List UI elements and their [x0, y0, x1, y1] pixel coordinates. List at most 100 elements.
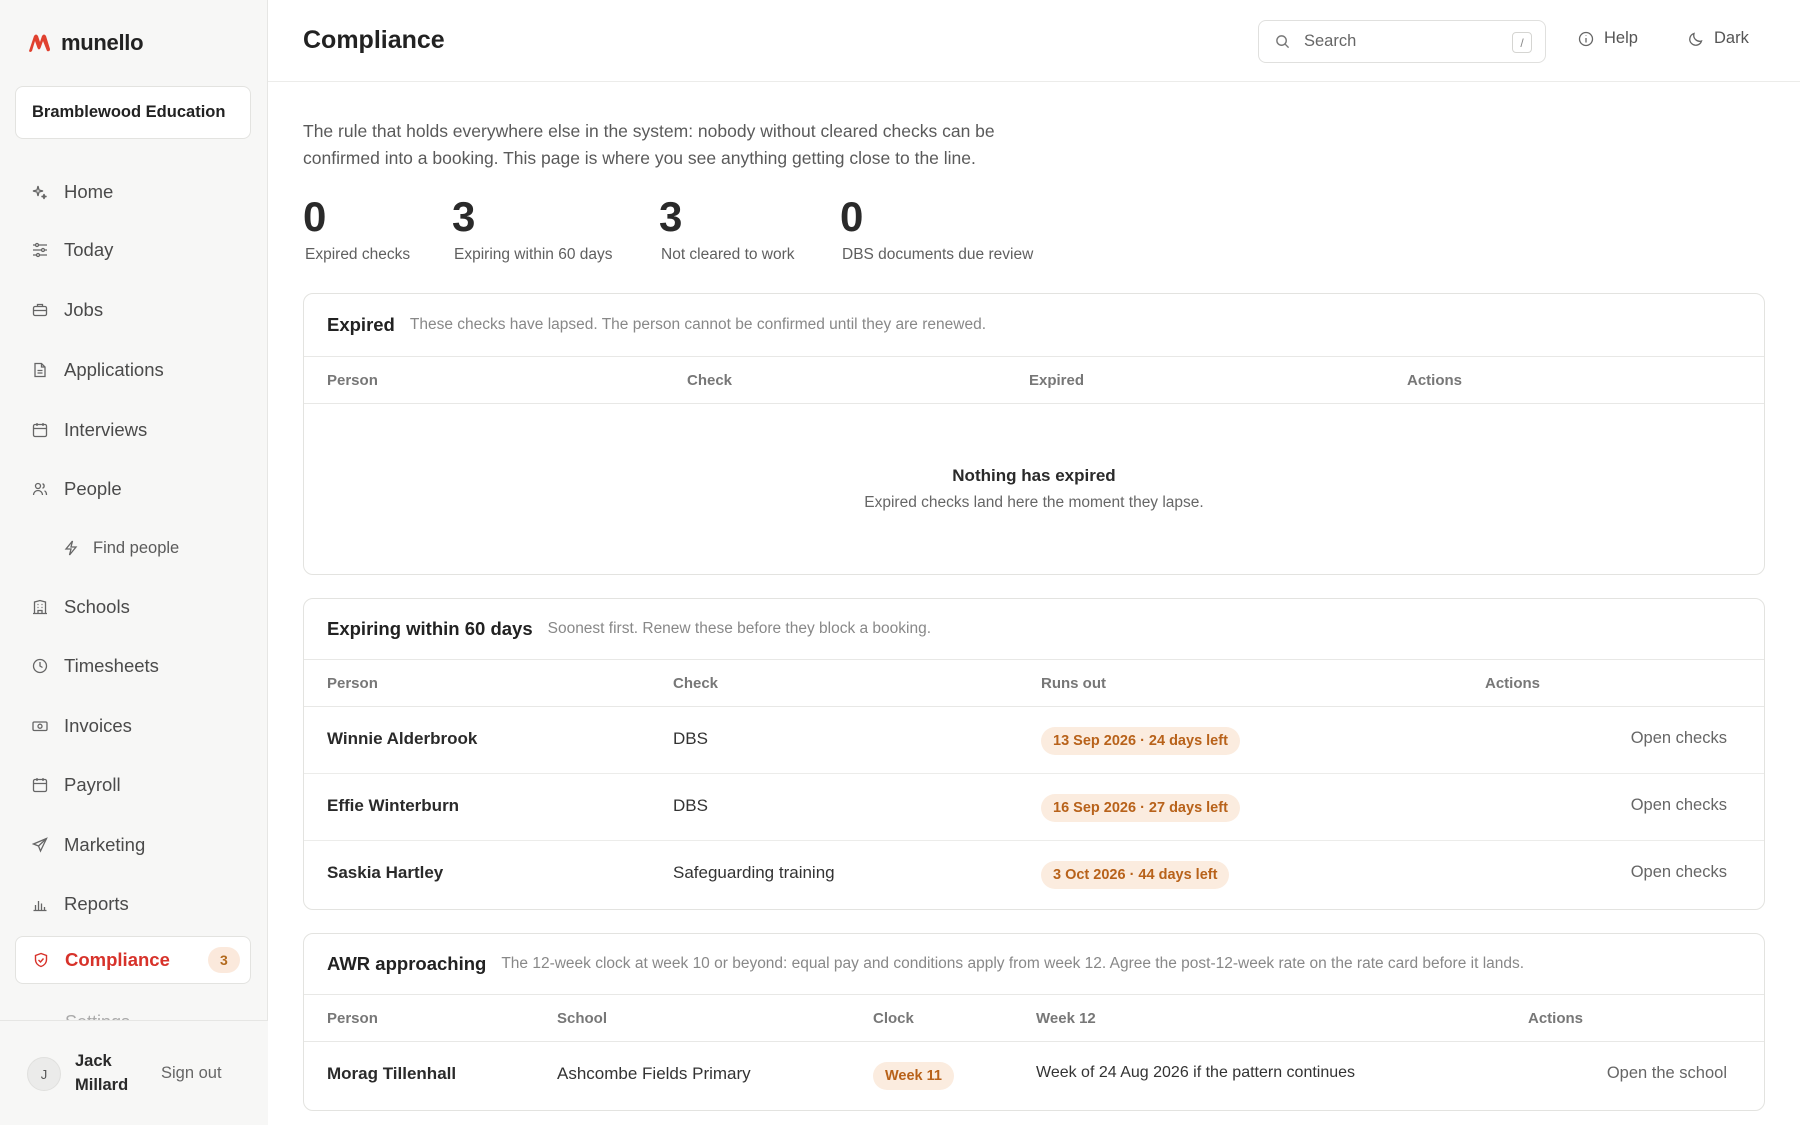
building-icon: [33, 599, 47, 615]
person-name[interactable]: Effie Winterburn: [327, 796, 459, 816]
nav-item-today[interactable]: Today: [15, 226, 251, 274]
nav-label: Applications: [64, 359, 164, 380]
card-header: Expired These checks have lapsed. The pe…: [304, 294, 1764, 357]
help-label: Help: [1604, 29, 1638, 47]
stat-value: 3: [659, 193, 683, 240]
sliders-icon: [33, 242, 47, 258]
page-title: Compliance: [303, 26, 445, 54]
brand-logo[interactable]: munello: [27, 30, 144, 56]
search-input[interactable]: Search /: [1258, 20, 1546, 63]
runs-out-badge: 13 Sep 2026 · 24 days left: [1041, 727, 1240, 755]
org-switcher[interactable]: Bramblewood Education: [15, 86, 251, 139]
nav-item-timesheets[interactable]: Timesheets: [15, 642, 251, 690]
nav-label: Interviews: [64, 419, 148, 440]
nav-item-invoices[interactable]: Invoices: [15, 702, 251, 750]
nav-label: Reports: [64, 893, 129, 914]
column-header: Check: [687, 372, 733, 389]
column-header: Person: [327, 675, 378, 692]
check-name: Safeguarding training: [673, 863, 835, 882]
column-header: Actions: [1528, 1010, 1584, 1027]
calendar-icon: [32, 778, 48, 793]
search-shortcut-key: /: [1512, 32, 1532, 53]
nav-label: Marketing: [64, 834, 146, 855]
column-header: Person: [327, 1010, 378, 1027]
nav-item-compliance[interactable]: Compliance 3: [15, 936, 251, 984]
card-description: These checks have lapsed. The person can…: [409, 316, 987, 333]
empty-state-title: Nothing has expired: [952, 466, 1116, 485]
nav-label: Find people: [93, 538, 180, 557]
clock-badge: Week 11: [873, 1062, 954, 1090]
check-name: DBS: [673, 796, 708, 815]
document-icon: [34, 362, 46, 378]
sparkle-icon: [32, 185, 47, 200]
nav-item-settings-partial[interactable]: Settings: [15, 1012, 251, 1020]
nav-label: Home: [64, 181, 114, 202]
open-school-button[interactable]: Open the school: [1607, 1064, 1727, 1083]
nav-label: Jobs: [64, 299, 104, 320]
expiring-card: Expiring within 60 days Soonest first. R…: [303, 598, 1765, 910]
stat-not-cleared: 3 Not cleared to work: [659, 193, 795, 264]
brand-name: munello: [61, 30, 144, 55]
briefcase-icon: [32, 303, 48, 317]
person-name[interactable]: Morag Tillenhall: [327, 1064, 456, 1084]
empty-state: Nothing has expired Expired checks land …: [304, 404, 1764, 574]
stat-label: Not cleared to work: [661, 246, 795, 263]
nav-label: Invoices: [64, 715, 132, 736]
sign-out-link[interactable]: Sign out: [161, 1064, 222, 1083]
nav-item-jobs[interactable]: Jobs: [15, 286, 251, 334]
card-description: The 12-week clock at week 10 or beyond: …: [501, 955, 1525, 972]
card-description: Soonest first. Renew these before they b…: [547, 620, 932, 637]
send-icon: [32, 837, 48, 853]
dark-mode-label: Dark: [1714, 29, 1749, 47]
info-icon: [1578, 31, 1594, 46]
avatar[interactable]: J: [27, 1057, 61, 1091]
help-button[interactable]: Help: [1578, 29, 1638, 48]
table-header: Person Check Expired Actions: [304, 357, 1764, 404]
empty-state-subtitle: Expired checks land here the moment they…: [864, 494, 1204, 511]
nav-label: Payroll: [64, 774, 121, 795]
table-header: Person School Clock Week 12 Actions: [304, 995, 1764, 1042]
card-title: Expired: [327, 314, 395, 335]
dark-mode-toggle[interactable]: Dark: [1688, 29, 1749, 48]
nav-item-home[interactable]: Home: [15, 168, 251, 216]
card-header: Expiring within 60 days Soonest first. R…: [304, 599, 1764, 660]
nav-label: People: [64, 478, 122, 499]
column-header: School: [557, 1010, 608, 1027]
nav-item-payroll[interactable]: Payroll: [15, 761, 251, 809]
person-name[interactable]: Winnie Alderbrook: [327, 729, 477, 749]
users-icon: [32, 482, 48, 496]
nav-item-marketing[interactable]: Marketing: [15, 821, 251, 869]
page-intro: The rule that holds everywhere else in t…: [303, 121, 995, 168]
nav-item-applications[interactable]: Applications: [15, 346, 251, 394]
bar-chart-icon: [33, 901, 47, 912]
moon-icon: [1689, 32, 1703, 46]
person-name[interactable]: Saskia Hartley: [327, 863, 443, 883]
nav-label: Compliance: [65, 949, 170, 970]
runs-out-badge: 3 Oct 2026 · 44 days left: [1041, 861, 1230, 889]
table-header: Person Check Runs out Actions: [304, 660, 1764, 707]
clock-icon: [32, 658, 48, 674]
stat-label: Expiring within 60 days: [454, 246, 613, 263]
user-name: Jack Millard: [75, 1052, 129, 1094]
open-checks-button[interactable]: Open checks: [1631, 796, 1727, 815]
column-header: Week 12: [1036, 1010, 1096, 1027]
top-bar: Compliance Search / Help Dark: [268, 0, 1800, 82]
column-header: Person: [327, 372, 378, 389]
open-checks-button[interactable]: Open checks: [1631, 863, 1727, 882]
nav-item-find-people[interactable]: Find people: [15, 524, 251, 572]
table-row: Winnie Alderbrook DBS 13 Sep 2026 · 24 d…: [304, 707, 1764, 774]
table-row: Morag Tillenhall Ashcombe Fields Primary…: [304, 1042, 1764, 1109]
nav-item-people[interactable]: People: [15, 465, 251, 513]
nav-item-schools[interactable]: Schools: [15, 583, 251, 631]
stat-value: 0: [303, 193, 327, 240]
week-12-date: Week of 24 Aug 2026 if the pattern conti…: [1036, 1064, 1356, 1081]
card-header: AWR approaching The 12-week clock at wee…: [304, 934, 1764, 995]
search-icon: [1276, 35, 1290, 49]
nav-item-interviews[interactable]: Interviews: [15, 406, 251, 454]
nav-item-reports[interactable]: Reports: [15, 880, 251, 928]
open-checks-button[interactable]: Open checks: [1631, 729, 1727, 748]
stat-value: 0: [840, 193, 864, 240]
bolt-icon: [64, 540, 78, 556]
nav-label: Timesheets: [64, 655, 159, 676]
sidebar-footer: J Jack Millard Sign out: [0, 1020, 268, 1125]
